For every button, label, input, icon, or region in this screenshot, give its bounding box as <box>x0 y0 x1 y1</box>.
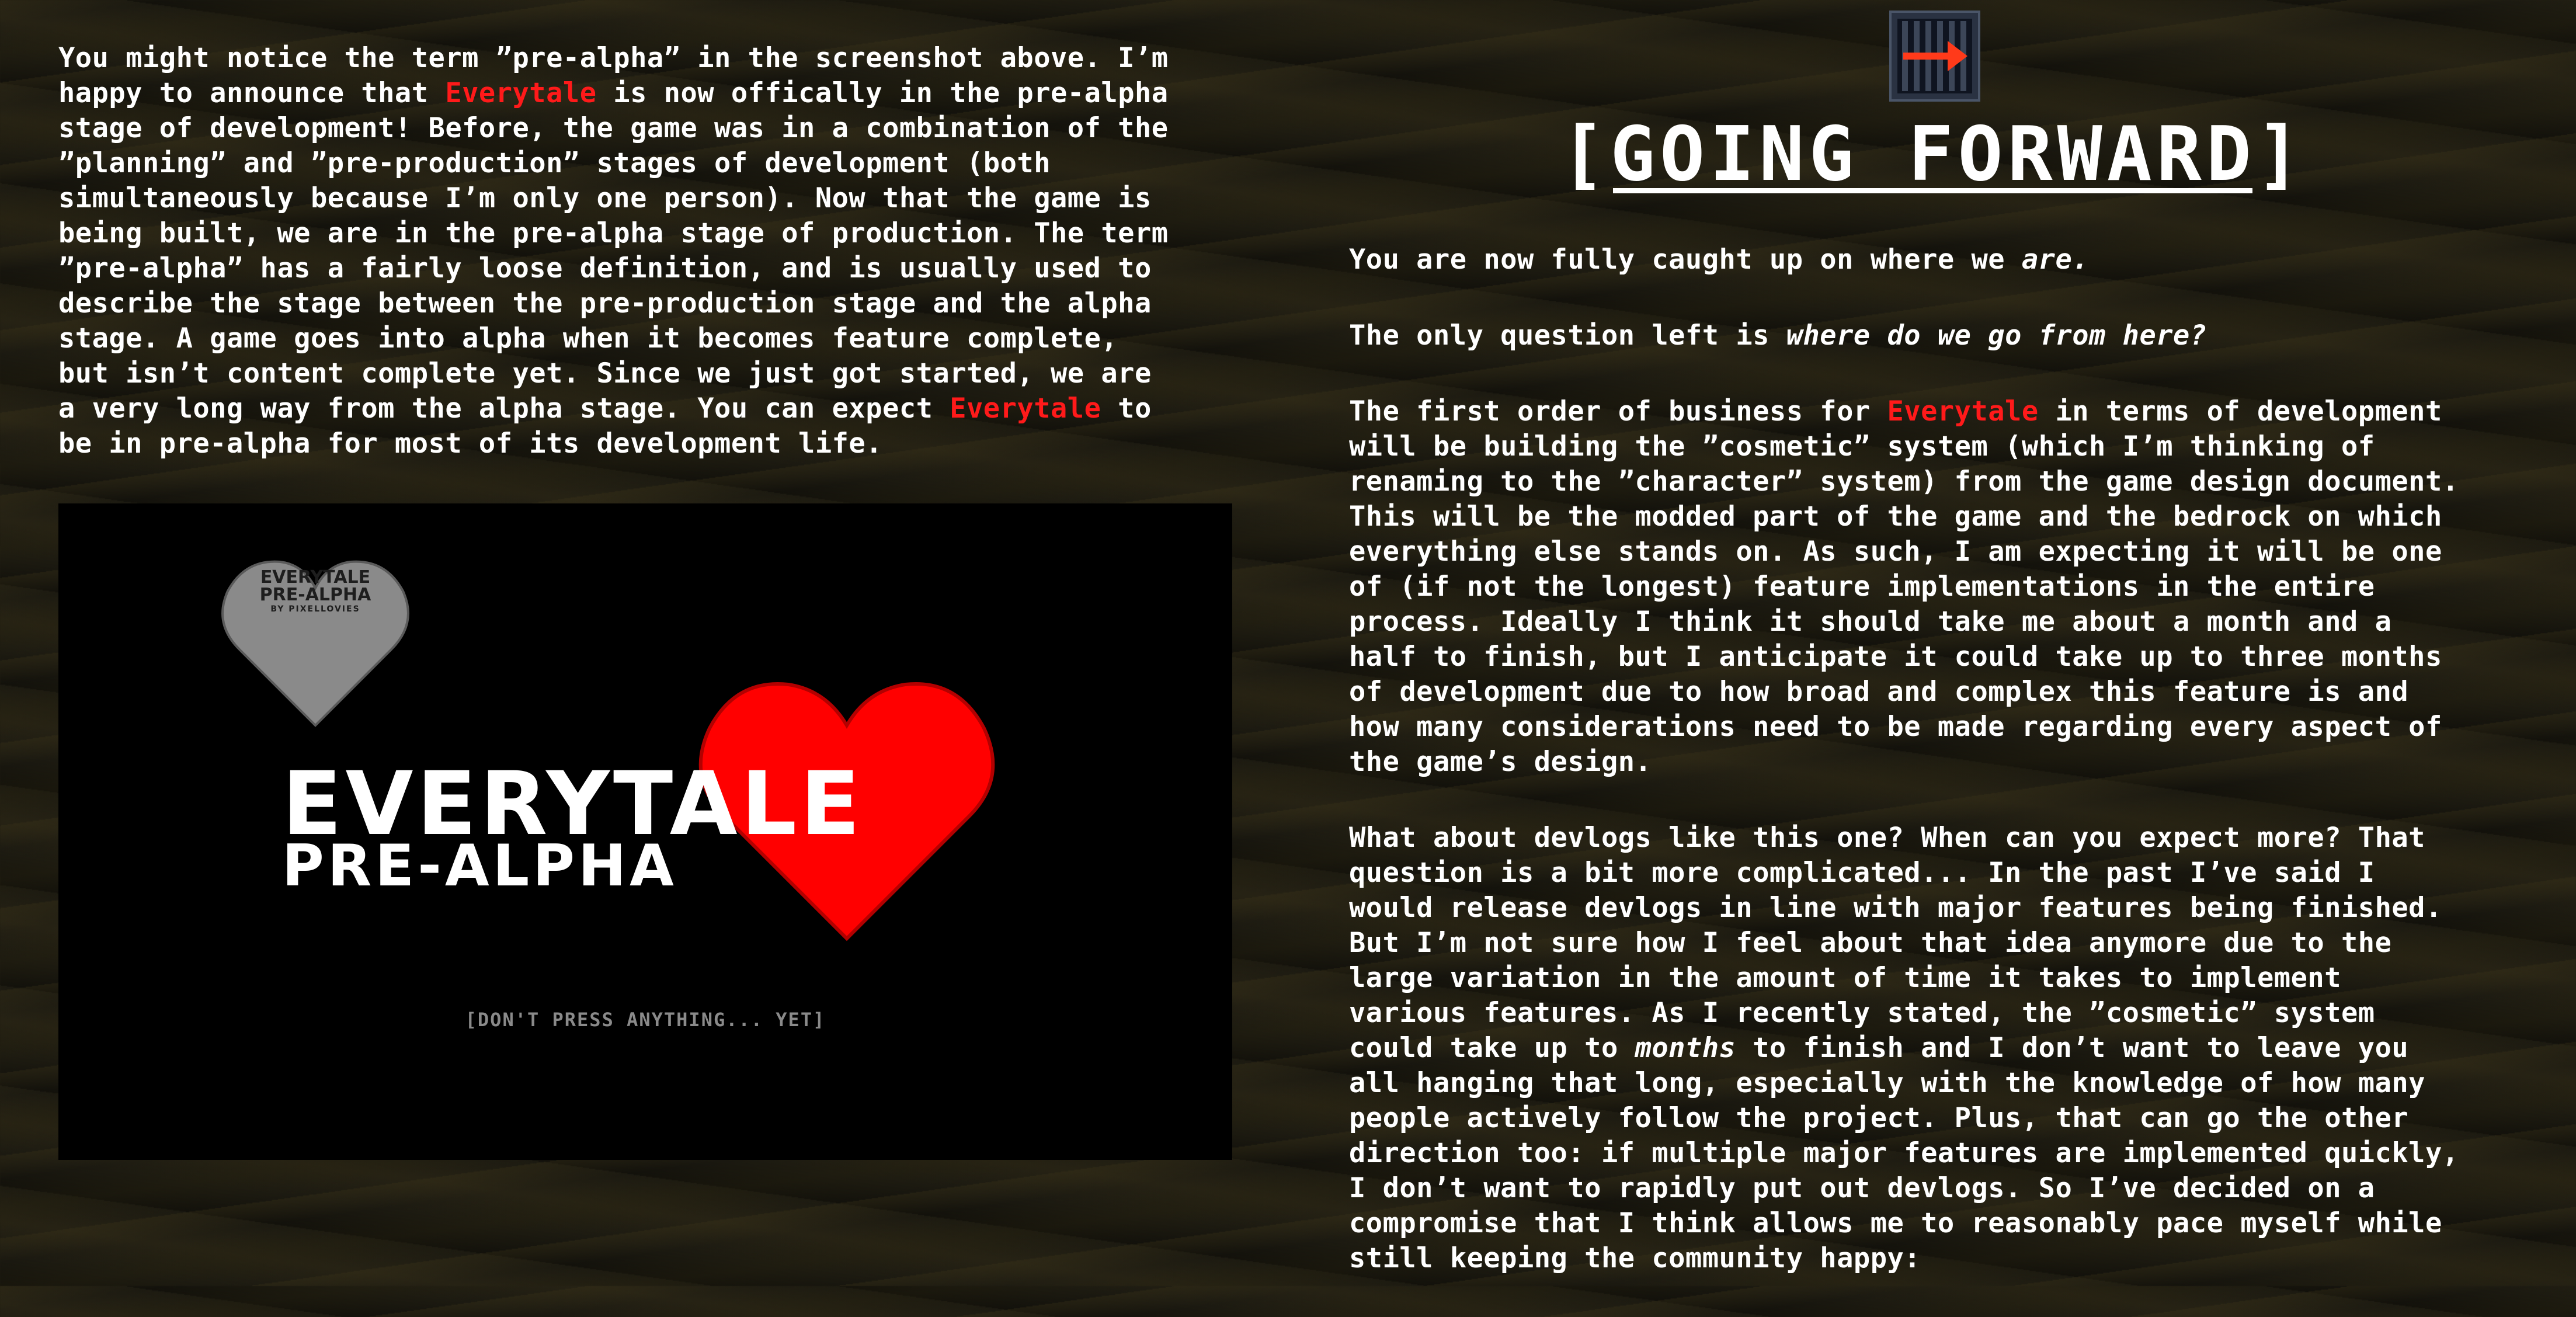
first-order-paragraph: The first order of business for Everytal… <box>1349 395 2459 778</box>
right-text: You are now fully caught up on where we … <box>1349 242 2517 1317</box>
badge-credit: BY PIXELLOVIES <box>270 604 360 614</box>
title-underline <box>1613 188 2252 193</box>
emphasis-text: where do we go from here? <box>1786 319 2207 352</box>
start-prompt: [DON'T PRESS ANYTHING... YET] <box>465 1009 826 1031</box>
section-title: [GOING FORWARD] <box>1560 111 2306 198</box>
emphasis-text: months <box>1635 1032 1736 1064</box>
badge-label: EVERYTALE PRE-ALPHA BY PIXELLOVIES <box>228 567 403 614</box>
emphasis-text: are. <box>2021 244 2090 276</box>
prealpha-banner-image: EVERYTALE PRE-ALPHA BY PIXELLOVIES EVERY… <box>58 503 1232 1160</box>
game-name-highlight: Everytale <box>1887 395 2039 428</box>
left-column: You might notice the term ”pre-alpha” in… <box>58 41 1244 461</box>
badge-subtitle: PRE-ALPHA <box>259 585 371 605</box>
game-name-highlight: Everytale <box>445 77 597 109</box>
caught-up-paragraph: You are now fully caught up on where we … <box>1349 244 2090 276</box>
exit-door-arrow-icon <box>1889 11 1980 102</box>
question-paragraph: The only question left is where do we go… <box>1349 319 2207 352</box>
game-name-highlight: Everytale <box>950 392 1101 425</box>
logo-subtitle: PRE-ALPHA <box>282 833 677 899</box>
badge-title: EVERYTALE <box>260 567 371 588</box>
prealpha-paragraph: You might notice the term ”pre-alpha” in… <box>58 42 1169 460</box>
devlogs-paragraph: What about devlogs like this one? When c… <box>1349 822 2459 1274</box>
